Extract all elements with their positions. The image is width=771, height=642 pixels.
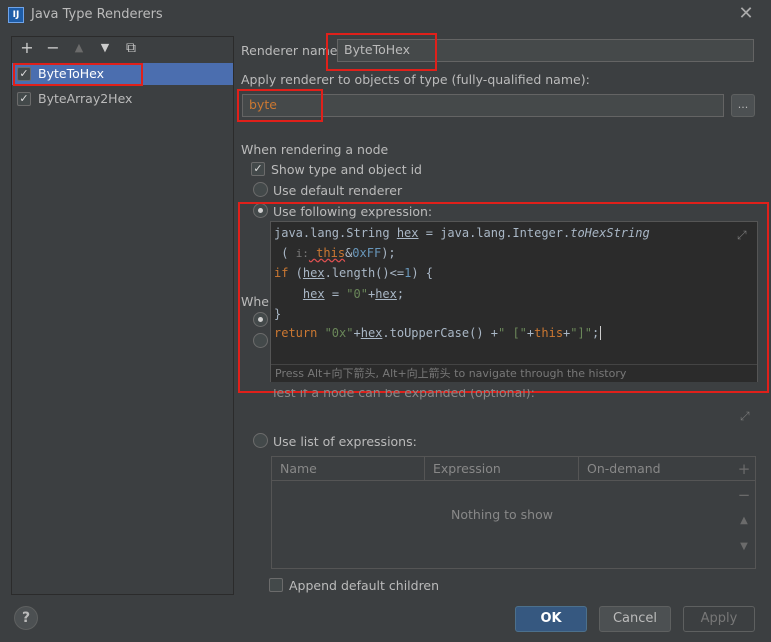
list-item-bytearray2hex[interactable]: ✓ ByteArray2Hex xyxy=(12,88,233,110)
cancel-button[interactable]: Cancel xyxy=(599,606,671,632)
enable-checkbox[interactable]: ✓ xyxy=(17,92,31,106)
apply-type-label: Apply renderer to objects of type (fully… xyxy=(241,72,590,87)
append-default-checkbox[interactable] xyxy=(269,578,283,592)
renderer-label: ByteArray2Hex xyxy=(38,91,133,106)
close-icon[interactable]: ✕ xyxy=(736,4,756,24)
highlight-box xyxy=(326,33,437,71)
append-default-label: Append default children xyxy=(289,578,440,593)
use-list-label: Use list of expressions: xyxy=(273,434,417,449)
show-type-checkbox[interactable]: ✓ xyxy=(251,162,265,176)
add-expression-button[interactable]: + xyxy=(736,461,752,477)
use-default-radio[interactable] xyxy=(253,182,268,197)
remove-expression-button[interactable]: − xyxy=(736,487,752,503)
apply-button[interactable]: Apply xyxy=(683,606,755,632)
use-list-radio[interactable] xyxy=(253,433,268,448)
highlight-box xyxy=(238,202,769,393)
copy-renderer-button[interactable]: ⧉ xyxy=(122,40,140,56)
move-expression-down-button[interactable]: ▼ xyxy=(736,539,752,555)
move-expression-up-button[interactable]: ▲ xyxy=(736,513,752,529)
column-header-expression[interactable]: Expression xyxy=(425,457,579,481)
expand-editor-icon[interactable]: ⤢ xyxy=(740,409,754,423)
ok-button[interactable]: OK xyxy=(515,606,587,632)
move-down-button[interactable]: ▼ xyxy=(96,40,114,56)
help-button[interactable]: ? xyxy=(14,606,38,630)
add-renderer-button[interactable]: + xyxy=(18,40,36,56)
title-bar: IJ Java Type Renderers ✕ xyxy=(0,0,771,30)
highlight-box xyxy=(237,89,323,122)
window-title: Java Type Renderers xyxy=(31,7,163,22)
expressions-table[interactable]: Name Expression On-demand Nothing to sho… xyxy=(271,456,756,569)
renderer-list-panel xyxy=(11,36,234,595)
column-header-name[interactable]: Name xyxy=(272,457,425,481)
when-rendering-heading: When rendering a node xyxy=(241,142,389,157)
move-up-button[interactable]: ▲ xyxy=(70,40,88,56)
intellij-app-icon: IJ xyxy=(8,7,24,23)
browse-type-button[interactable]: ... xyxy=(731,94,755,117)
column-header-on-demand[interactable]: On-demand xyxy=(579,457,755,481)
remove-renderer-button[interactable]: − xyxy=(44,40,62,56)
empty-table-text: Nothing to show xyxy=(451,507,553,522)
use-default-label: Use default renderer xyxy=(273,183,403,198)
show-type-label: Show type and object id xyxy=(271,162,422,177)
highlight-box xyxy=(13,63,143,86)
